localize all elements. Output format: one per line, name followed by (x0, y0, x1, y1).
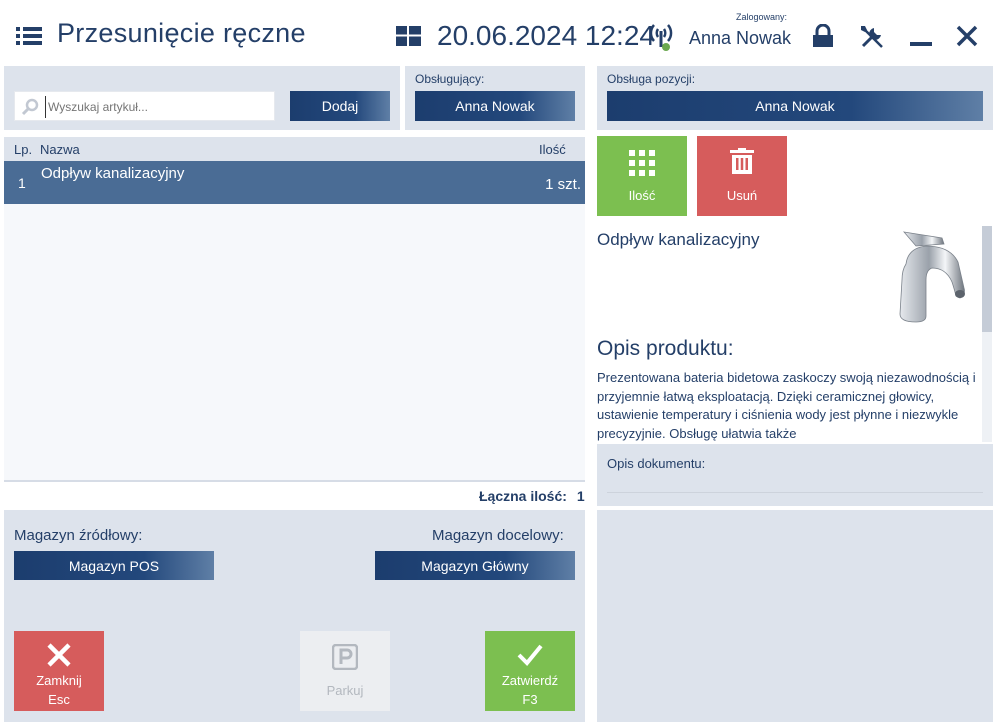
confirm-button-key: F3 (522, 692, 538, 707)
source-warehouse-button[interactable]: Magazyn POS (14, 551, 214, 580)
position-operator-label: Obsługa pozycji: (607, 72, 696, 86)
close-button-key: Esc (48, 692, 70, 707)
row-qty: 1 szt. (545, 176, 581, 193)
grid-numbers-icon (629, 150, 655, 176)
total-divider (4, 480, 585, 482)
operator-label: Obsługujący: (415, 72, 485, 86)
column-qty: Ilość (539, 142, 566, 157)
right-bottom-panel (597, 510, 993, 722)
quantity-button[interactable]: Ilość (597, 136, 687, 216)
close-button-label: Zamknij (36, 673, 82, 688)
park-button[interactable]: Parkuj (300, 631, 390, 711)
windows-icon[interactable] (396, 26, 421, 46)
search-input[interactable] (45, 96, 270, 118)
document-description-panel[interactable] (597, 444, 993, 506)
logged-in-user: Anna Nowak (689, 28, 792, 48)
search-icon (21, 98, 39, 116)
quantity-button-label: Ilość (628, 188, 656, 203)
header-bar: Przesunięcie ręczne 20.06.2024 12:24 Zal… (0, 0, 995, 66)
close-button[interactable]: Zamknij Esc (14, 631, 104, 711)
operator-button[interactable]: Anna Nowak (415, 91, 575, 121)
items-list-header: Lp. Nazwa Ilość (4, 137, 585, 161)
column-lp: Lp. (14, 142, 33, 157)
column-name: Nazwa (40, 142, 80, 157)
delete-button[interactable]: Usuń (697, 136, 787, 216)
row-name: Odpływ kanalizacyjny (41, 165, 185, 182)
total-label: Łączna ilość: (479, 488, 567, 504)
logged-in-label: Zalogowany: (736, 12, 788, 22)
settings-tools-icon[interactable] (859, 24, 885, 50)
source-warehouse-label: Magazyn źródłowy: (14, 527, 143, 544)
target-warehouse-button[interactable]: Magazyn Główny (375, 551, 575, 580)
page-title: Przesunięcie ręczne (57, 18, 306, 48)
trash-icon (730, 148, 754, 174)
lock-icon[interactable] (811, 24, 835, 48)
connection-status-icon (649, 24, 673, 51)
close-x-icon (47, 643, 71, 667)
search-box[interactable] (14, 91, 275, 121)
parking-icon (332, 644, 358, 670)
checkmark-icon (517, 644, 543, 666)
minimize-icon[interactable] (909, 24, 933, 48)
datetime-display: 20.06.2024 12:24 (437, 20, 655, 51)
confirm-button[interactable]: Zatwierdź F3 (485, 631, 575, 711)
description-scrollbar-thumb[interactable] (982, 226, 992, 332)
close-window-icon[interactable] (955, 24, 979, 48)
document-description-label: Opis dokumentu: (607, 456, 706, 471)
description-title: Opis produktu: (597, 337, 734, 360)
target-warehouse-label: Magazyn docelowy: (432, 527, 564, 544)
product-image (899, 231, 965, 323)
add-button[interactable]: Dodaj (290, 91, 390, 121)
row-lp: 1 (18, 175, 26, 191)
menu-icon[interactable] (16, 26, 42, 46)
park-button-label: Parkuj (326, 683, 364, 698)
description-text: Prezentowana bateria bidetowa zaskoczy s… (597, 370, 976, 441)
delete-button-label: Usuń (726, 188, 758, 203)
product-name: Odpływ kanalizacyjny (597, 230, 760, 249)
total-quantity: Łączna ilość: 1 (479, 488, 585, 504)
position-operator-button[interactable]: Anna Nowak (607, 91, 983, 121)
table-row[interactable]: 1 Odpływ kanalizacyjny 1 szt. (4, 161, 585, 204)
confirm-button-label: Zatwierdź (501, 673, 559, 688)
total-value: 1 (576, 488, 585, 504)
document-description-line (607, 492, 983, 493)
